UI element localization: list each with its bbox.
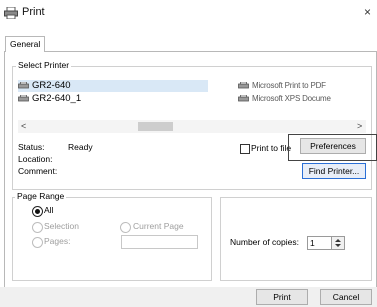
radio-all[interactable]: [32, 206, 43, 217]
page-range-label: Page Range: [15, 191, 67, 201]
comment-label: Comment:: [18, 166, 58, 176]
close-icon[interactable]: ×: [364, 5, 371, 19]
printer-item-label: GR2-640_1: [32, 93, 82, 104]
location-label: Location:: [18, 154, 53, 164]
scroll-right-icon[interactable]: >: [357, 120, 362, 133]
scroll-left-icon[interactable]: <: [21, 120, 26, 133]
preferences-button[interactable]: Preferences: [300, 138, 366, 154]
radio-current-page-label: Current Page: [133, 221, 184, 231]
print-to-file-checkbox[interactable]: [240, 144, 250, 154]
radio-selection-label: Selection: [44, 221, 79, 231]
cancel-button[interactable]: Cancel: [320, 289, 372, 305]
printer-icon: [18, 94, 29, 102]
window-title: Print: [22, 6, 45, 18]
printer-icon: [238, 95, 249, 102]
print-dialog: Print × General Select Printer GR2-640 G…: [0, 0, 377, 307]
printer-item-label: Microsoft Print to PDF: [252, 81, 326, 90]
spin-arrows-icon[interactable]: [331, 236, 345, 250]
radio-pages[interactable]: [32, 237, 43, 248]
printer-item-microsoft-xps[interactable]: Microsoft XPS Docume: [238, 93, 331, 105]
printer-icon: [18, 81, 29, 89]
radio-current-page[interactable]: [120, 222, 131, 233]
printer-item-microsoft-pdf[interactable]: Microsoft Print to PDF: [238, 80, 326, 92]
radio-all-label: All: [44, 205, 54, 215]
printer-list-scrollbar[interactable]: < >: [18, 120, 366, 133]
printer-item-label: GR2-640: [32, 80, 71, 91]
copies-input[interactable]: 1: [307, 236, 333, 250]
radio-selection[interactable]: [32, 222, 43, 233]
select-printer-label: Select Printer: [16, 60, 72, 70]
printer-item-gr2-640-1[interactable]: GR2-640_1: [18, 93, 81, 105]
radio-pages-label: Pages:: [44, 236, 71, 246]
copies-input-value: 1: [310, 238, 315, 248]
printer-icon: [238, 82, 249, 89]
copies-label: Number of copies:: [230, 237, 299, 247]
status-label: Status:: [18, 142, 45, 152]
print-to-file-label: Print to file: [251, 143, 292, 153]
status-value: Ready: [68, 142, 93, 152]
printer-item-label: Microsoft XPS Docume: [252, 94, 331, 103]
pages-input[interactable]: [121, 235, 198, 249]
printer-icon: [4, 7, 18, 19]
printer-item-gr2-640[interactable]: GR2-640: [18, 80, 208, 92]
tab-general[interactable]: General: [5, 36, 46, 52]
dialog-footer: Print Cancel: [0, 287, 377, 307]
scrollbar-thumb[interactable]: [138, 122, 173, 131]
print-button[interactable]: Print: [256, 289, 308, 305]
title-bar: Print ×: [0, 0, 377, 26]
spin-arrows-icon: [335, 239, 341, 247]
find-printer-button[interactable]: Find Printer...: [302, 163, 366, 179]
